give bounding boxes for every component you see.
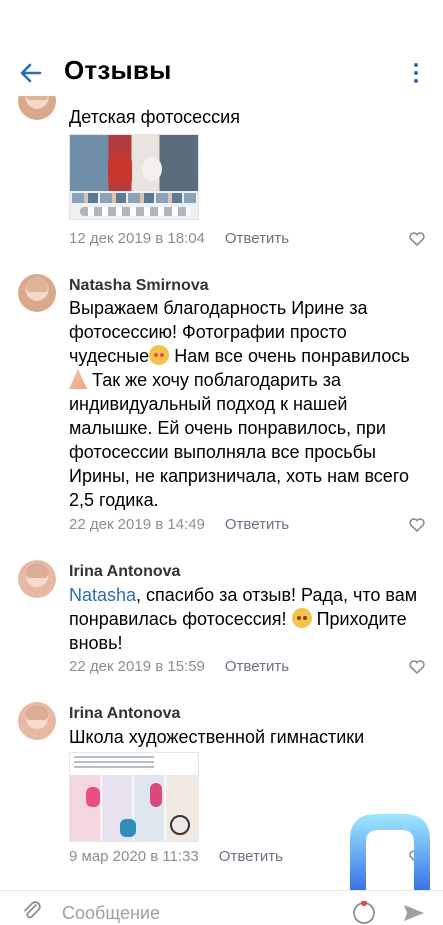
heart-icon[interactable] xyxy=(409,660,425,674)
avatar[interactable] xyxy=(18,274,56,312)
comment-text-part: Нам все очень понравилось xyxy=(174,346,410,366)
comment-text: Школа художественной гимнастики xyxy=(69,727,365,747)
send-icon[interactable] xyxy=(402,903,426,923)
comment-date: 12 дек 2019 в 18:04 xyxy=(69,230,205,247)
comment-text: Детская фотосессия xyxy=(69,107,240,127)
comment-author[interactable]: Irina Antonova xyxy=(69,563,180,581)
comment-meta: 9 мар 2020 в 11:33 Ответить xyxy=(69,848,283,865)
comment-date: 22 дек 2019 в 15:59 xyxy=(69,658,205,675)
heart-icon[interactable] xyxy=(409,232,425,246)
comment-text: Выражаем благодарность Ирине за фотосесс… xyxy=(69,296,429,512)
comment-meta: 12 дек 2019 в 18:04 Ответить xyxy=(69,230,289,247)
comment-date: 22 дек 2019 в 14:49 xyxy=(69,516,205,533)
photo-collage[interactable] xyxy=(69,134,199,220)
heart-eyes-emoji-icon xyxy=(149,345,170,365)
folded-hands-emoji-icon xyxy=(69,369,87,389)
top-bar: Отзывы xyxy=(0,0,443,100)
smile-emoji-icon xyxy=(291,608,312,628)
comment-author[interactable]: Irina Antonova xyxy=(69,705,180,723)
sticker-icon[interactable] xyxy=(352,901,376,925)
avatar[interactable] xyxy=(18,560,56,598)
paperclip-icon[interactable] xyxy=(20,899,42,921)
reply-button[interactable]: Ответить xyxy=(225,516,289,533)
reply-button[interactable]: Ответить xyxy=(225,230,289,247)
photo-collage[interactable] xyxy=(69,752,199,842)
comment-meta: 22 дек 2019 в 15:59 Ответить xyxy=(69,658,289,675)
comment-meta: 22 дек 2019 в 14:49 Ответить xyxy=(69,516,289,533)
message-input[interactable]: Сообщение xyxy=(62,903,160,924)
page-title: Отзывы xyxy=(64,55,172,85)
mention-link[interactable]: Natasha xyxy=(69,585,136,605)
heart-icon[interactable] xyxy=(409,518,425,532)
comment-text-part: Так же хочу поблагодарить за индивидуаль… xyxy=(69,370,409,510)
comments-list[interactable]: Детская фотосессия 12 дек 2019 в 18:04 От… xyxy=(0,96,443,891)
reply-button[interactable]: Ответить xyxy=(225,658,289,675)
message-input-bar: Сообщение xyxy=(0,890,443,924)
avatar[interactable] xyxy=(18,702,56,740)
comment-text: Natasha, спасибо за отзыв! Рада, что вам… xyxy=(69,583,429,655)
comment-author[interactable]: Natasha Smirnova xyxy=(69,277,209,295)
comment-date: 9 мар 2020 в 11:33 xyxy=(69,848,199,865)
more-vertical-icon[interactable] xyxy=(408,63,424,87)
avatar[interactable] xyxy=(18,96,56,120)
back-arrow-icon[interactable] xyxy=(18,60,44,86)
reply-button[interactable]: Ответить xyxy=(219,848,283,865)
